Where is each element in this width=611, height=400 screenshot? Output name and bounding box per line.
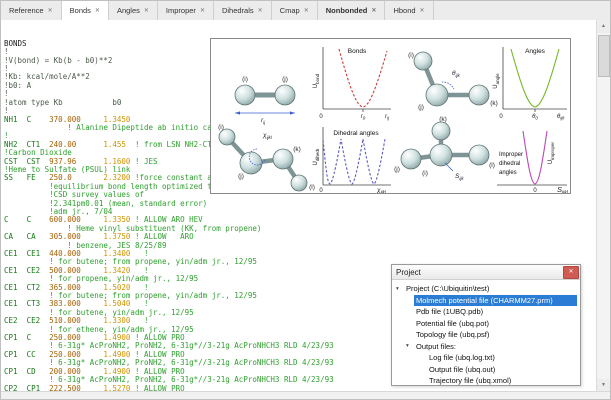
svg-text:χijkl: χijkl <box>262 132 273 140</box>
tab-angles[interactable]: Angles ✕ <box>109 1 158 20</box>
svg-text:(j): (j) <box>282 76 288 83</box>
tree-item[interactable]: Potential file (ubq.pot) <box>392 318 580 330</box>
tree-item-label: Project (C:\Ubiquitin\test) <box>406 284 490 294</box>
tree-item-label: Topology file (ubq.psf) <box>416 330 490 340</box>
tree-item[interactable]: Log file (ubq.log.txt) <box>392 352 580 364</box>
svg-text:(k): (k) <box>490 100 498 107</box>
tab-dihedrals[interactable]: Dihedrals ✕ <box>214 1 272 20</box>
svg-text:Angles: Angles <box>525 48 546 55</box>
svg-text:Bonds: Bonds <box>348 48 367 55</box>
tab-close-icon[interactable]: ✕ <box>144 7 149 14</box>
tree-item[interactable]: Trajectory file (ubq.xmol) <box>392 375 580 387</box>
scroll-up-icon[interactable]: ▲ <box>597 20 610 33</box>
bonds-panel: (i) (j) rij Bonds Ubond 0 r0 rij <box>234 47 391 125</box>
tab-label: Cmap <box>279 6 300 15</box>
tree-item[interactable]: Topology file (ubq.psf) <box>392 329 580 341</box>
tab-close-icon[interactable]: ✕ <box>304 7 309 14</box>
svg-text:(k): (k) <box>293 146 301 153</box>
svg-text:θ0: θ0 <box>532 114 538 121</box>
tab-label: Improper <box>165 6 196 15</box>
tab-close-icon[interactable]: ✕ <box>95 7 100 14</box>
svg-text:dihedral: dihedral <box>499 161 520 167</box>
project-tree: ▾ Project (C:\Ubiquitin\test) Molmech pote… <box>392 280 580 387</box>
project-title: Project <box>396 267 421 277</box>
tab-close-icon[interactable]: ✕ <box>200 7 205 14</box>
svg-text:Sijk: Sijk <box>455 173 464 181</box>
tab-improper[interactable]: Improper ✕ <box>158 1 214 20</box>
tree-item-label: Pdb file (1UBQ.pdb) <box>416 307 484 317</box>
svg-text:(i): (i) <box>408 52 414 59</box>
svg-text:Improper: Improper <box>499 152 523 158</box>
expander-icon[interactable]: ▾ <box>396 286 404 292</box>
svg-text:(j): (j) <box>238 173 244 180</box>
project-titlebar[interactable]: Project ✕ <box>392 265 580 280</box>
tree-item-label: Output file (ubq.out) <box>429 364 496 374</box>
svg-text:(i): (i) <box>242 76 248 83</box>
tab-hbond[interactable]: Hbond ✕ <box>385 1 434 20</box>
tree-item-label: Output files: <box>416 341 457 351</box>
tab-label: Angles <box>116 6 140 15</box>
svg-text:angles: angles <box>499 170 517 176</box>
svg-text:Dihedral angles: Dihedral angles <box>333 130 379 137</box>
svg-text:Uangle: Uangle <box>493 73 500 89</box>
tree-item[interactable]: ▾ Project (C:\Ubiquitin\test) <box>392 283 580 295</box>
svg-text:rij: rij <box>385 114 390 121</box>
angles-panel: (i) (j) (k) θijk Angles Uangle 0 θ0 θijk <box>408 47 567 121</box>
tab-label: Reference <box>9 6 44 15</box>
tab-label: Dihedrals <box>221 6 254 15</box>
tree-item-label: Trajectory file (ubq.xmol) <box>429 376 512 386</box>
dihedrals-panel: (i) (j) (k) (l) χijkl Dihedral angles Ud… <box>218 124 391 193</box>
svg-text:Sijkl: Sijkl <box>557 185 569 193</box>
improper-panel: (j) (k) (i) (l) Sijk Improper dihedral a… <box>394 116 569 193</box>
svg-text:θijk: θijk <box>452 70 461 78</box>
project-window: Project ✕ ▾ Project (C:\Ubiquitin\test) Mo… <box>391 264 581 386</box>
svg-text:(l): (l) <box>489 162 495 169</box>
tree-item[interactable]: Molmech potential file (CHARMM27.prm) <box>392 294 580 307</box>
svg-text:(j): (j) <box>394 166 400 173</box>
tab-bonds[interactable]: Bonds ✕ <box>61 1 109 21</box>
svg-text:Uimproper: Uimproper <box>548 141 555 164</box>
vertical-scrollbar[interactable]: ▲ ▼ <box>596 20 610 392</box>
tab-reference[interactable]: Reference ✕ <box>1 1 62 20</box>
svg-text:(l): (l) <box>309 184 315 191</box>
svg-text:χijkl: χijkl <box>376 187 387 193</box>
close-icon: ✕ <box>568 268 574 275</box>
tree-item-label: Potential file (ubq.pot) <box>416 318 489 328</box>
tab-close-icon[interactable]: ✕ <box>48 7 53 14</box>
svg-text:0: 0 <box>499 114 503 120</box>
svg-text:0: 0 <box>319 114 323 120</box>
tab-nonbonded[interactable]: Nonbonded ✕ <box>318 1 386 20</box>
tab-label: Nonbonded <box>325 6 368 15</box>
tree-item-label: Log file (ubq.log.txt) <box>429 353 495 363</box>
scrollbar-thumb[interactable] <box>598 35 610 77</box>
tab-close-icon[interactable]: ✕ <box>258 7 263 14</box>
tab-close-icon[interactable]: ✕ <box>420 7 425 14</box>
tab-label: Bonds <box>69 6 91 15</box>
svg-text:θijk: θijk <box>557 114 565 121</box>
tree-item-label: Molmech potential file (CHARMM27.prm) <box>414 294 577 306</box>
svg-text:Udihedr: Udihedr <box>313 148 320 165</box>
tree-item[interactable]: Output file (ubq.out) <box>392 364 580 376</box>
svg-text:(i): (i) <box>422 170 428 177</box>
svg-text:r0: r0 <box>361 114 366 121</box>
tab-cmap[interactable]: Cmap ✕ <box>272 1 318 20</box>
forcefield-figure: (i) (j) rij Bonds Ubond 0 r0 rij (i) (j)… <box>210 38 571 194</box>
status-strip <box>1 391 610 399</box>
tree-item[interactable]: ▾ Output files: <box>392 341 580 353</box>
tab-bar: Reference ✕ Bonds ✕ Angles ✕ Improper ✕ Dihedral… <box>1 1 610 21</box>
svg-text:0: 0 <box>533 188 537 193</box>
svg-text:(j): (j) <box>418 104 424 111</box>
expander-icon[interactable]: ▾ <box>406 343 414 349</box>
tree-item[interactable]: Pdb file (1UBQ.pdb) <box>392 306 580 318</box>
tab-close-icon[interactable]: ✕ <box>371 7 376 14</box>
svg-text:0: 0 <box>319 188 323 193</box>
svg-text:rij: rij <box>261 117 266 125</box>
project-close-button[interactable]: ✕ <box>563 265 579 279</box>
tab-label: Hbond <box>393 6 416 15</box>
svg-text:Ubond: Ubond <box>313 73 320 88</box>
forcefield-figure-svg: (i) (j) rij Bonds Ubond 0 r0 rij (i) (j)… <box>218 47 569 193</box>
app-window: Reference ✕ Bonds ✕ Angles ✕ Improper ✕ Dihedral… <box>0 0 611 400</box>
